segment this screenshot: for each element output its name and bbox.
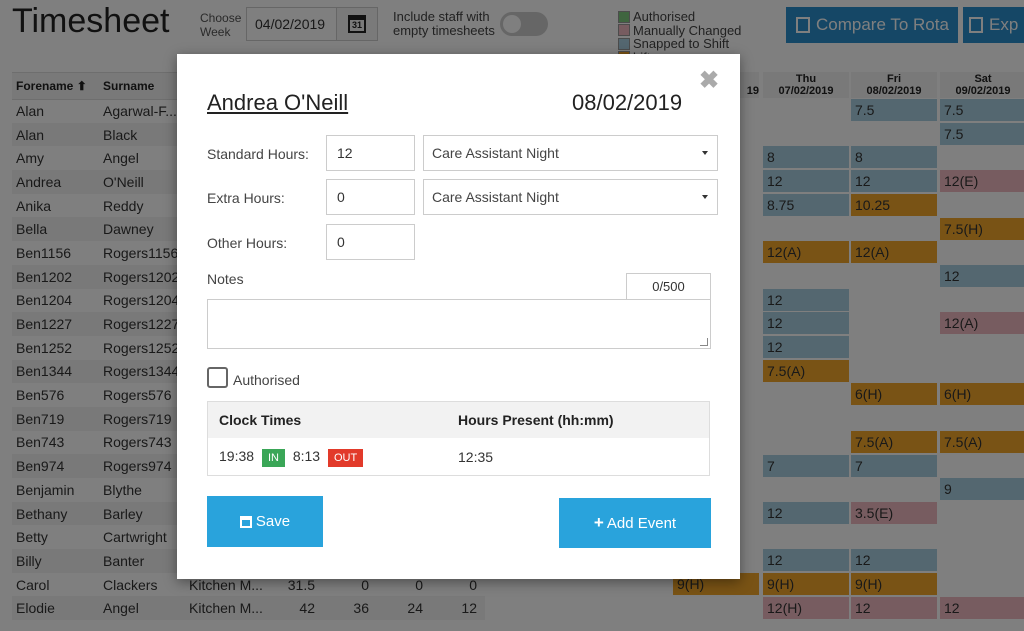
standard-role-select[interactable]: Care Assistant Night	[423, 135, 718, 171]
chevron-down-icon	[702, 195, 708, 199]
authorised-checkbox[interactable]	[207, 367, 228, 388]
other-hours-label: Other Hours:	[207, 235, 288, 251]
clock-times-table: Clock Times Hours Present (hh:mm) 19:38 …	[207, 401, 710, 476]
notes-label: Notes	[207, 271, 244, 287]
save-button-label: Save	[255, 513, 291, 530]
out-badge: OUT	[327, 448, 364, 467]
clock-times-header: Clock Times	[219, 412, 302, 428]
standard-hours-input[interactable]: 12	[326, 135, 415, 171]
resize-handle[interactable]	[700, 338, 708, 346]
modal-date: 08/02/2019	[572, 90, 683, 115]
clock-row: 19:38 IN 8:13 OUT 12:35	[208, 438, 709, 476]
save-icon	[239, 515, 252, 528]
in-badge: IN	[261, 448, 285, 467]
clock-in-time: 19:38	[219, 447, 255, 464]
extra-role-select[interactable]: Care Assistant Night	[423, 179, 718, 215]
chevron-down-icon	[702, 151, 708, 155]
hours-present-value: 12:35	[458, 449, 494, 465]
staff-name-link[interactable]: Andrea O'Neill	[207, 90, 348, 116]
add-event-button[interactable]: + Add Event	[559, 498, 711, 548]
hours-present-header: Hours Present (hh:mm)	[458, 412, 614, 428]
plus-icon: +	[593, 513, 604, 532]
timesheet-modal: ✖ Andrea O'Neill 08/02/2019 Standard Hou…	[177, 54, 740, 579]
notes-counter: 0/500	[626, 273, 711, 300]
authorised-label: Authorised	[233, 372, 300, 388]
close-icon[interactable]: ✖	[699, 66, 719, 95]
extra-hours-input[interactable]: 0	[326, 179, 415, 215]
clock-out-time: 8:13	[292, 447, 321, 464]
add-event-button-label: Add Event	[606, 514, 677, 532]
save-button[interactable]: Save	[207, 496, 323, 547]
notes-textarea[interactable]	[207, 299, 711, 349]
standard-role-value: Care Assistant Night	[432, 145, 559, 161]
other-hours-input[interactable]: 0	[326, 224, 415, 260]
extra-role-value: Care Assistant Night	[432, 189, 559, 205]
extra-hours-label: Extra Hours:	[207, 190, 285, 206]
standard-hours-label: Standard Hours:	[207, 146, 309, 162]
